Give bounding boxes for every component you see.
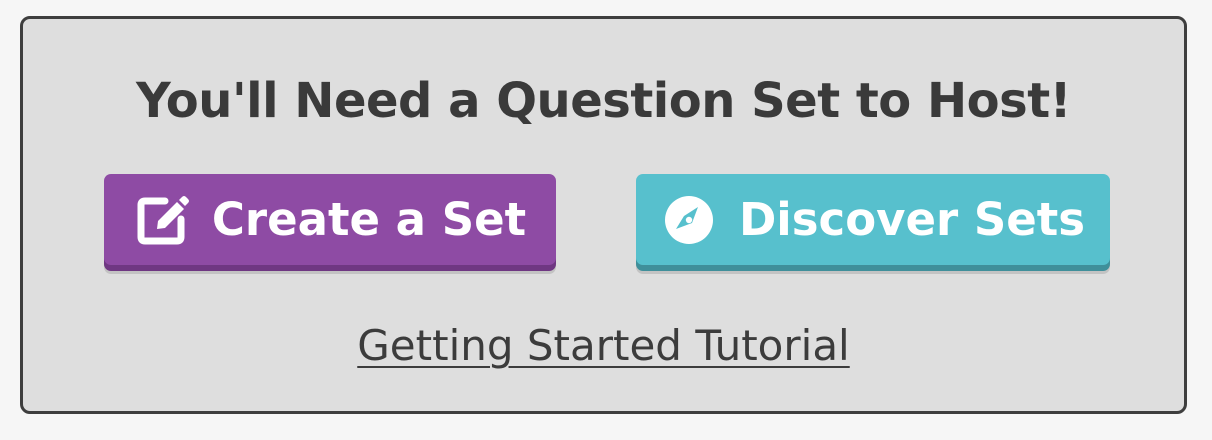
tutorial-link-container: Getting Started Tutorial	[23, 321, 1184, 370]
discover-sets-label: Discover Sets	[738, 193, 1086, 246]
create-set-button[interactable]: Create a Set	[104, 174, 556, 265]
edit-icon	[134, 192, 190, 248]
discover-sets-button[interactable]: Discover Sets	[636, 174, 1110, 265]
create-set-label: Create a Set	[211, 193, 527, 246]
getting-started-tutorial-link[interactable]: Getting Started Tutorial	[357, 321, 849, 370]
compass-icon	[661, 192, 717, 248]
host-requirement-panel: You'll Need a Question Set to Host! Crea…	[20, 16, 1187, 414]
panel-title: You'll Need a Question Set to Host!	[135, 73, 1072, 129]
